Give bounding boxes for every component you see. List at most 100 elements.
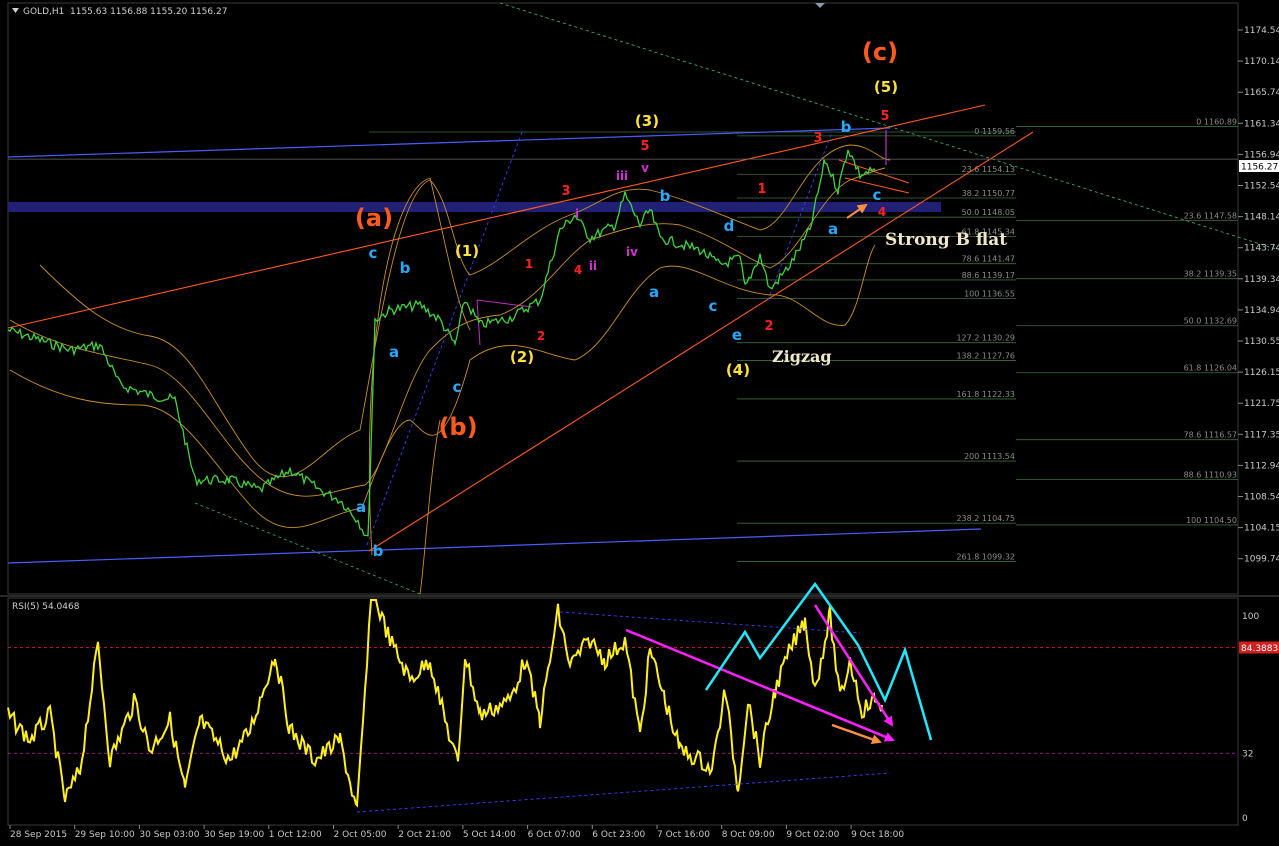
chart-canvas[interactable]: GOLD,H1 1155.63 1156.88 1155.20 1156.27 … xyxy=(0,0,1279,842)
fib-level-label: 200 1113.54 xyxy=(964,452,1015,461)
time-axis: 28 Sep 2015 29 Sep 10:00 30 Sep 03:00 30 Se… xyxy=(9,825,904,840)
wave-label: 5 xyxy=(640,139,649,154)
lower-band xyxy=(9,244,876,529)
rsi-divergence-arrow xyxy=(625,628,895,742)
fibonacci-levels: 0 1159.56 23.6 1154.13 38.2 1150.77 50.0 11… xyxy=(369,117,1238,562)
wave-label: 4 xyxy=(574,263,582,277)
fib-level-label: 88.6 1110.93 xyxy=(1184,471,1237,480)
support-trendline[interactable] xyxy=(368,131,1034,552)
wave-label: (4) xyxy=(726,361,750,379)
rsi-orange-arrow xyxy=(831,723,882,745)
time-tick-label: 30 Sep 19:00 xyxy=(204,830,264,840)
wave-label: 4 xyxy=(878,205,886,219)
price-tick-label: 1139.34 xyxy=(1244,275,1279,285)
wave-label: 1 xyxy=(525,257,533,271)
trend-lines xyxy=(7,2,1279,595)
wave-label: a xyxy=(649,283,659,301)
fib-level-label: 78.6 1116.57 xyxy=(1184,431,1237,440)
rsi-level-label: 100 xyxy=(1242,612,1259,622)
annotation-strong-b-flat: Strong B flat xyxy=(885,230,1007,250)
wave-label: (2) xyxy=(510,348,534,366)
price-axis: 1174.54 1170.14 1165.74 1161.34 1156.94 1152.… xyxy=(8,26,1279,565)
fib-level-label: 127.2 1130.29 xyxy=(956,334,1015,343)
wave-label: 5 xyxy=(880,109,889,124)
wave-label: (c) xyxy=(862,38,898,66)
time-tick-label: 29 Sep 10:00 xyxy=(75,830,135,840)
support-zone xyxy=(8,202,941,212)
fib-level-label: 100 1136.55 xyxy=(964,289,1015,298)
rsi-divergence-arrow xyxy=(813,604,894,727)
fib-level-label: 238.2 1104.75 xyxy=(956,514,1015,523)
wave-label: (3) xyxy=(635,112,659,130)
wave-projection-line[interactable] xyxy=(366,131,523,546)
price-tick-label: 1126.15 xyxy=(1244,368,1279,378)
rsi-panel-frame xyxy=(7,597,1239,826)
price-tick-label: 1165.74 xyxy=(1244,88,1279,98)
support-zone-band xyxy=(8,202,941,212)
flag-line[interactable] xyxy=(476,299,533,308)
price-tick-label: 1104.15 xyxy=(1244,524,1279,534)
fib-level-label: 50.0 1148.05 xyxy=(962,208,1015,217)
resistance-trendline[interactable] xyxy=(7,104,986,329)
wave-label: ii xyxy=(589,259,597,273)
price-tick-label: 1161.34 xyxy=(1244,119,1279,129)
time-tick-label: 30 Sep 03:00 xyxy=(139,830,199,840)
time-tick-label: 2 Oct 21:00 xyxy=(398,830,451,840)
wave-label: b xyxy=(841,118,852,136)
wave-label: 2 xyxy=(764,319,773,334)
trading-chart-window: GOLD,H1 1155.63 1156.88 1155.20 1156.27 … xyxy=(0,0,1279,842)
time-tick-label: 7 Oct 16:00 xyxy=(657,830,710,840)
rsi-line[interactable] xyxy=(7,599,883,808)
price-tick-label: 1170.14 xyxy=(1244,57,1279,67)
wave-label: a xyxy=(389,343,399,361)
time-tick-label: 5 Oct 14:00 xyxy=(463,830,516,840)
price-tick-label: 1174.54 xyxy=(1244,26,1279,36)
wave-label: iii xyxy=(616,169,628,183)
time-tick-label: 9 Oct 18:00 xyxy=(851,830,904,840)
price-tick-label: 1148.14 xyxy=(1244,213,1279,223)
time-tick-label: 2 Oct 05:00 xyxy=(334,830,387,840)
wave-projection-line[interactable] xyxy=(767,131,833,301)
bollinger-bands xyxy=(9,144,891,595)
wave-label: b xyxy=(373,542,384,560)
fib-level-label: 23.6 1147.58 xyxy=(1184,212,1237,221)
price-tick-label: 1112.94 xyxy=(1244,461,1279,471)
wave-label: d xyxy=(724,217,735,235)
wave-b-envelope-low xyxy=(419,419,441,595)
time-tick-label: 1 Oct 12:00 xyxy=(269,830,322,840)
fib-level-label: 88.6 1139.17 xyxy=(962,271,1015,280)
wave-label: b xyxy=(660,187,671,205)
price-tick-label: 1143.74 xyxy=(1244,244,1279,254)
wave-label: 2 xyxy=(537,329,545,343)
annotation-zigzag: Zigzag xyxy=(772,347,832,366)
price-tick-label: 1152.54 xyxy=(1244,182,1279,192)
scroll-marker-icon[interactable] xyxy=(815,3,825,8)
price-tick-label: 1121.75 xyxy=(1244,399,1279,409)
wave-label: (5) xyxy=(874,78,898,96)
symbol-timeframe: GOLD,H1 xyxy=(23,7,64,17)
time-tick-label: 28 Sep 2015 xyxy=(10,830,67,840)
chart-menu-triangle-icon[interactable] xyxy=(12,8,19,13)
time-tick-label: 6 Oct 23:00 xyxy=(592,830,645,840)
lower-channel-line[interactable] xyxy=(7,528,982,564)
time-tick-label: 8 Oct 09:00 xyxy=(722,830,775,840)
wave-label: a xyxy=(356,498,366,516)
time-tick-label: 9 Oct 02:00 xyxy=(786,830,839,840)
dashed-support-line[interactable] xyxy=(194,502,421,595)
wave-label: iv xyxy=(626,245,638,259)
wave-label: c xyxy=(453,378,462,396)
fib-level-label: 23.6 1154.13 xyxy=(962,165,1015,174)
wave-label: 3 xyxy=(561,184,570,199)
wave-label: c xyxy=(369,244,378,262)
wave-label: v xyxy=(641,161,649,175)
wave-label: (a) xyxy=(355,204,393,232)
wave-label: c xyxy=(873,186,882,204)
fib-level-label: 78.6 1141.47 xyxy=(962,255,1015,264)
rsi-title: RSI(5) 54.0468 xyxy=(12,602,80,612)
current-price-label: 1156.27 xyxy=(1241,163,1278,173)
wave-label: e xyxy=(732,326,742,344)
rsi-level-tag-label: 84.3883 xyxy=(1241,644,1278,654)
fib-level-label: 161.8 1122.33 xyxy=(956,390,1015,399)
time-tick-label: 6 Oct 07:00 xyxy=(528,830,581,840)
price-tick-label: 1108.54 xyxy=(1244,493,1279,503)
